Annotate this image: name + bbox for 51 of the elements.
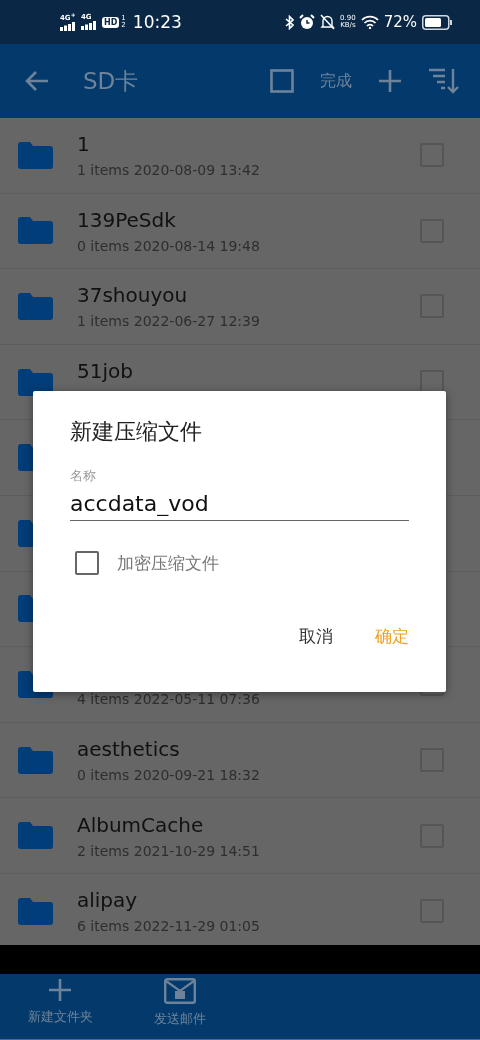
folder-row[interactable]: 37shouyou 1 items 2022-06-27 12:39 <box>0 269 480 345</box>
signal-icon <box>81 21 97 30</box>
folder-details: 1 items 2020-08-09 13:42 <box>77 162 260 179</box>
folder-icon <box>18 217 53 245</box>
folder-icon <box>18 368 53 396</box>
folder-name: 1 <box>77 132 90 157</box>
encrypt-label: 加密压缩文件 <box>117 551 219 575</box>
folder-row[interactable]: 139PeSdk 0 items 2020-08-14 19:48 <box>0 193 480 270</box>
bottom-bar-button[interactable]: 发送邮件 <box>120 974 240 1039</box>
alarm-icon <box>299 14 316 30</box>
folder-name: 51job <box>77 359 133 384</box>
signal-icon <box>60 22 76 32</box>
folder-icon <box>18 822 53 850</box>
bluetooth-icon <box>285 14 295 30</box>
folder-name: aesthetics <box>77 737 180 762</box>
folder-name: AlbumCache <box>77 812 204 837</box>
battery-icon <box>422 14 452 30</box>
folder-details: 0 items 2020-08-14 19:48 <box>77 237 260 254</box>
clock: 10:23 <box>132 12 182 32</box>
encrypt-checkbox[interactable] <box>75 551 99 575</box>
folder-row[interactable]: aesthetics 0 items 2020-09-21 18:32 <box>0 722 480 799</box>
folder-icon <box>18 293 53 320</box>
dialog-title: 新建压缩文件 <box>70 418 203 446</box>
folder-icon <box>18 141 53 169</box>
hd-badge: HD <box>102 16 120 28</box>
folder-details: 0 items 2020-09-21 18:32 <box>77 767 260 784</box>
folder-name: 37shouyou <box>77 283 188 308</box>
folder-name: 139PeSdk <box>77 207 176 232</box>
wifi-icon <box>360 15 379 29</box>
add-icon[interactable] <box>378 69 402 93</box>
done-button[interactable]: 完成 <box>320 70 352 92</box>
folder-icon <box>18 897 53 925</box>
back-arrow-icon[interactable] <box>25 70 49 92</box>
folder-details: 1 items 2022-06-27 12:39 <box>77 313 260 330</box>
muted-bell-icon <box>320 14 336 30</box>
envelope-icon <box>164 978 196 1004</box>
screen-title: SD卡 <box>83 66 139 96</box>
bottom-bar-button[interactable]: 新建文件夹 <box>0 974 120 1039</box>
select-all-checkbox-icon[interactable] <box>270 69 294 93</box>
folder-icon <box>18 746 53 774</box>
folder-row[interactable]: 1 1 items 2020-08-09 13:42 <box>0 118 480 194</box>
sort-icon[interactable] <box>428 68 460 94</box>
folder-row[interactable]: AlbumCache 2 items 2021-10-29 14:51 <box>0 798 480 874</box>
plus-icon <box>48 978 72 1002</box>
folder-details: 6 items 2022-11-29 01:05 <box>77 918 260 935</box>
ok-button[interactable]: 确定 <box>369 621 415 652</box>
folder-name: alipay <box>77 888 138 913</box>
field-label: 名称 <box>70 467 97 485</box>
cancel-button[interactable]: 取消 <box>293 621 339 652</box>
battery-percent: 72% <box>383 13 417 31</box>
folder-details: 2 items 2021-10-29 14:51 <box>77 842 260 859</box>
